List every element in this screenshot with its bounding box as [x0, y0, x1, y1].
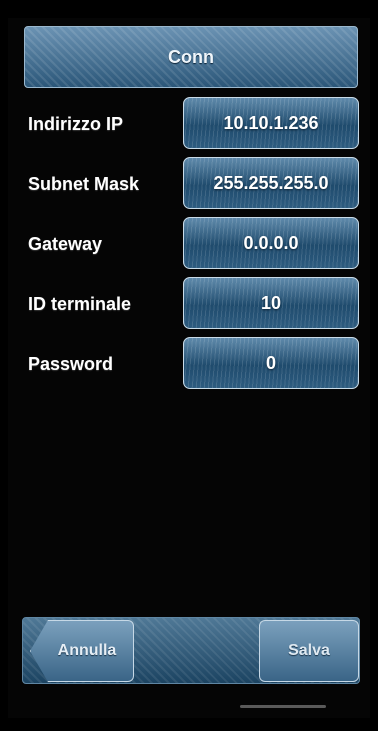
save-button[interactable]: Salva: [259, 620, 359, 682]
title-bar: Conn: [24, 26, 358, 88]
terminal-id-label: ID terminale: [28, 294, 132, 314]
subnet-mask-field[interactable]: 255.255.255.0: [183, 157, 359, 209]
cancel-button[interactable]: Annulla: [30, 620, 134, 682]
page-title: Conn: [168, 46, 214, 67]
ip-address-label: Indirizzo IP: [28, 114, 124, 134]
password-label: Password: [28, 354, 114, 374]
password-field[interactable]: 0: [183, 337, 359, 389]
bottom-indicator-line: [240, 705, 326, 708]
gateway-label: Gateway: [28, 234, 103, 254]
subnet-mask-label: Subnet Mask: [28, 174, 140, 194]
terminal-id-field[interactable]: 10: [183, 277, 359, 329]
ip-address-field[interactable]: 10.10.1.236: [183, 97, 359, 149]
gateway-field[interactable]: 0.0.0.0: [183, 217, 359, 269]
